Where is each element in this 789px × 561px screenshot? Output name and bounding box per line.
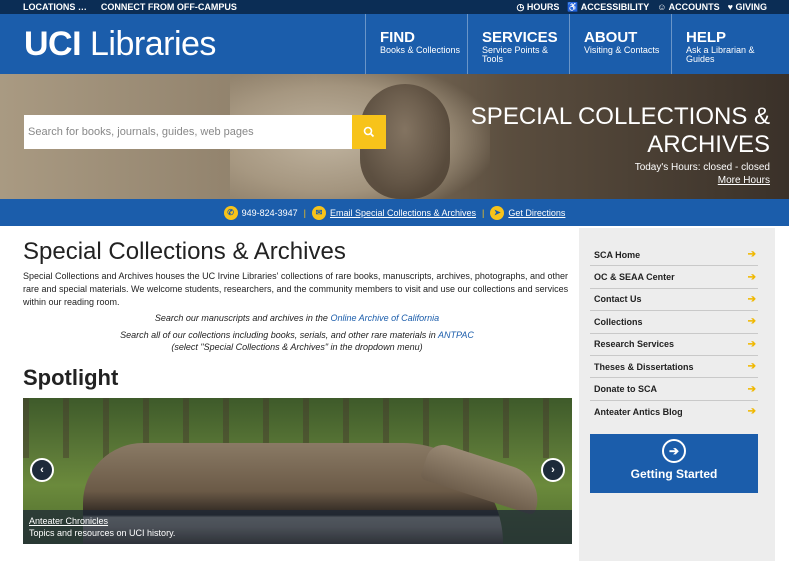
nav-help[interactable]: HELP Ask a Librarian & Guides — [671, 14, 773, 74]
sidebar-item-oc-seaa-center[interactable]: OC & SEAA Center ➔ — [590, 266, 758, 289]
nav-find-sub: Books & Collections — [380, 45, 461, 55]
arrow-right-icon: ➔ — [747, 361, 756, 373]
sidebar-item-theses[interactable]: Theses & Dissertations ➔ — [590, 356, 758, 379]
arrow-circle-icon: ➔ — [662, 439, 686, 463]
carousel-caption: Anteater Chronicles Topics and resources… — [23, 510, 572, 544]
nav-about-title: ABOUT — [584, 29, 638, 46]
giving-link[interactable]: ♥ GIVING — [728, 2, 767, 13]
nav-find-title: FIND — [380, 29, 415, 46]
directions-icon: ➤ — [490, 205, 505, 220]
search-input[interactable] — [24, 115, 352, 149]
arrow-right-icon: ➔ — [747, 271, 756, 283]
sidebar-item-sca-home[interactable]: SCA Home ➔ — [590, 244, 758, 267]
arrow-right-icon: ➔ — [747, 293, 756, 305]
separator: | — [482, 207, 485, 218]
page-title: Special Collections & Archives — [23, 238, 346, 265]
nav-services-title: SERVICES — [482, 29, 558, 46]
getting-started-button[interactable]: ➔ Getting Started — [590, 434, 758, 493]
contact-bar: ✆ 949-824-3947 | ✉ Email Special Collect… — [0, 199, 789, 226]
sidebar-item-label: Donate to SCA — [594, 384, 657, 395]
directions-contact[interactable]: ➤ Get Directions — [490, 205, 566, 220]
nav-help-title: HELP — [686, 29, 727, 46]
sidebar-item-label: OC & SEAA Center — [594, 272, 675, 283]
phone-number: 949-824-3947 — [241, 207, 298, 218]
directions-link: Get Directions — [508, 207, 566, 218]
nav-services-sub: Service Points & Tools — [482, 45, 549, 64]
nav-about[interactable]: ABOUT Visiting & Contacts — [569, 14, 671, 74]
page-edge — [781, 226, 789, 561]
site-header: UCI Libraries FIND Books & Collections S… — [0, 14, 789, 74]
search-antpac-line: Search all of our collections including … — [23, 330, 571, 341]
arrow-right-icon: ➔ — [747, 383, 756, 395]
sidebar-item-label: Theses & Dissertations — [594, 361, 694, 372]
sidebar-item-collections[interactable]: Collections ➔ — [590, 311, 758, 334]
more-hours-link[interactable]: More Hours — [718, 175, 770, 186]
search-oac-prefix: Search our manuscripts and archives in t… — [154, 313, 331, 323]
sidebar-item-research-services[interactable]: Research Services ➔ — [590, 334, 758, 356]
nav-about-sub: Visiting & Contacts — [584, 45, 660, 55]
spotlight-carousel: ‹ › Anteater Chronicles Topics and resou… — [23, 398, 572, 544]
search-oac-line: Search our manuscripts and archives in t… — [23, 313, 571, 324]
sidebar-item-label: Anteater Antics Blog — [594, 406, 683, 417]
todays-hours: Today's Hours: closed - closed — [634, 162, 770, 173]
carousel-prev-button[interactable]: ‹ — [30, 458, 54, 482]
hours-link[interactable]: ◷ HOURS — [517, 2, 560, 13]
email-contact[interactable]: ✉ Email Special Collections & Archives — [311, 205, 477, 220]
sidebar-item-blog[interactable]: Anteater Antics Blog ➔ — [590, 401, 758, 423]
locations-link[interactable]: LOCATIONS … — [23, 2, 87, 12]
sidebar-item-label: Collections — [594, 316, 643, 327]
logo-libraries: Libraries — [90, 25, 216, 63]
accounts-link[interactable]: ☺ ACCOUNTS — [657, 2, 719, 13]
oac-link[interactable]: Online Archive of California — [330, 313, 439, 323]
carousel-next-button[interactable]: › — [541, 458, 565, 482]
hero-banner: SPECIAL COLLECTIONS & ARCHIVES Today's H… — [0, 74, 789, 199]
sidebar-item-contact-us[interactable]: Contact Us ➔ — [590, 289, 758, 312]
search-antpac-prefix: Search all of our collections including … — [120, 330, 438, 340]
sidebar-item-donate[interactable]: Donate to SCA ➔ — [590, 378, 758, 401]
separator: | — [303, 207, 306, 218]
nav-help-sub: Ask a Librarian & Guides — [686, 45, 755, 64]
accessibility-link[interactable]: ♿ ACCESSIBILITY — [567, 2, 649, 13]
email-icon: ✉ — [311, 205, 326, 220]
off-campus-link[interactable]: CONNECT FROM OFF-CAMPUS — [101, 2, 237, 12]
phone-icon: ✆ — [223, 205, 238, 220]
nav-services[interactable]: SERVICES Service Points & Tools — [467, 14, 569, 74]
utility-bar: LOCATIONS … CONNECT FROM OFF-CAMPUS ◷ HO… — [0, 0, 789, 14]
arrow-right-icon: ➔ — [747, 316, 756, 328]
spotlight-title: Spotlight — [23, 365, 119, 390]
nav-find[interactable]: FIND Books & Collections — [365, 14, 467, 74]
hero-title: SPECIAL COLLECTIONS & ARCHIVES — [470, 103, 770, 158]
sidebar: SCA Home ➔ OC & SEAA Center ➔ Contact Us… — [579, 228, 775, 561]
arrow-right-icon: ➔ — [747, 406, 756, 418]
getting-started-label: Getting Started — [630, 467, 718, 481]
email-link: Email Special Collections & Archives — [329, 207, 477, 218]
sidebar-item-label: Research Services — [594, 339, 675, 350]
antpac-link[interactable]: ANTPAC — [438, 330, 474, 340]
arrow-right-icon: ➔ — [747, 338, 756, 350]
search-icon — [363, 126, 375, 138]
sidebar-item-label: SCA Home — [594, 249, 641, 260]
antpac-note: (select "Special Collections & Archives"… — [171, 342, 423, 352]
main-nav: FIND Books & Collections SERVICES Servic… — [365, 14, 773, 74]
spotlight-link[interactable]: Anteater Chronicles — [29, 515, 566, 527]
logo-uci: UCI — [24, 25, 82, 63]
sidebar-item-label: Contact Us — [594, 294, 642, 305]
intro-text: Special Collections and Archives houses … — [23, 271, 569, 307]
arrow-right-icon: ➔ — [747, 249, 756, 261]
spotlight-description: Topics and resources on UCI history. — [29, 528, 176, 538]
uci-libraries-logo[interactable]: UCI Libraries — [24, 26, 216, 62]
phone-contact[interactable]: ✆ 949-824-3947 — [223, 205, 298, 220]
sidebar-nav: SCA Home ➔ OC & SEAA Center ➔ Contact Us… — [590, 244, 758, 423]
search-button[interactable] — [352, 115, 386, 149]
